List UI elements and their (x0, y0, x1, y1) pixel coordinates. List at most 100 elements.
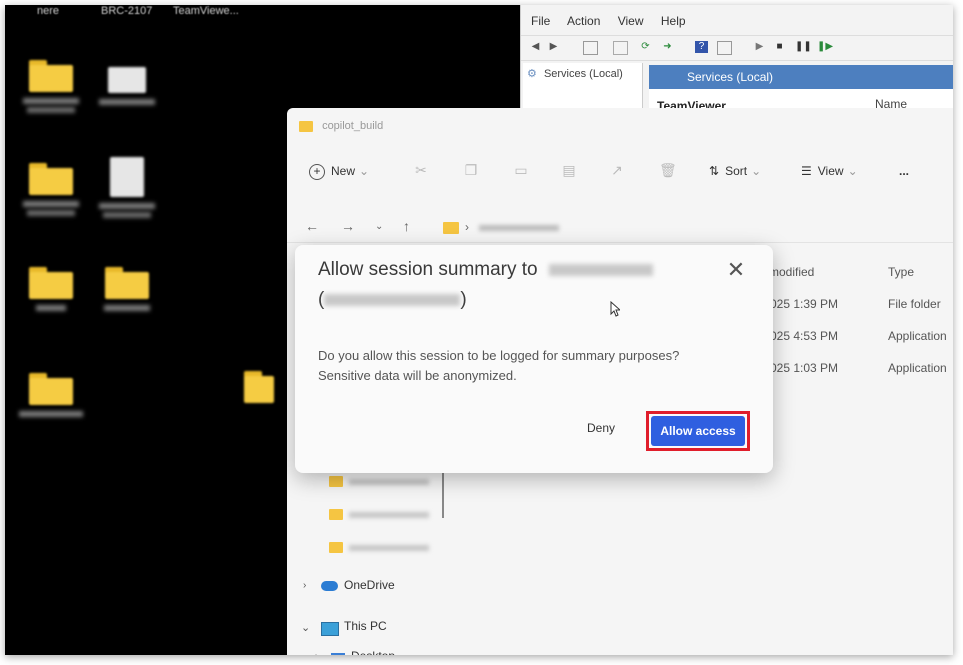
desktop-folder-icon[interactable] (11, 60, 91, 113)
sidebar-item-redacted[interactable] (349, 479, 429, 485)
services-toolbar: ◀ ▶ ⟳ ➜ ? ▶ ■ ❚❚ ❚▶ (521, 35, 953, 61)
column-header-type[interactable]: Type (888, 265, 914, 279)
explorer-command-bar: + New ⌄ ✂ ❐ ▭ ▤ ↗ 🗑 ⇅ Sort ⌄ ☰ View ⌄ ... (287, 152, 953, 192)
tree-item-services-local[interactable]: Services (Local) (544, 68, 623, 80)
collapse-chevron-icon[interactable]: ⌄ (301, 621, 310, 634)
close-icon[interactable]: ✕ (725, 259, 747, 281)
new-label: New (331, 164, 356, 178)
pause-icon[interactable]: ❚❚ (795, 41, 812, 53)
sort-icon: ⇅ (709, 164, 720, 178)
desktop-folder-icon[interactable] (11, 267, 91, 311)
menu-action[interactable]: Action (567, 14, 600, 28)
row-type: Application (888, 361, 947, 375)
desktop-folder-icon[interactable] (11, 373, 91, 417)
view-icon[interactable] (717, 41, 732, 55)
folder-icon (443, 222, 459, 234)
share-icon[interactable]: ↗ (609, 162, 625, 180)
view-label: View (817, 164, 844, 178)
folder-icon (329, 542, 343, 553)
export-icon[interactable]: ➜ (661, 41, 674, 53)
column-header-modified[interactable]: modified (769, 265, 814, 279)
folder-icon (329, 509, 343, 520)
refresh-icon[interactable]: ⟳ (639, 41, 652, 53)
services-banner: Services (Local) (649, 65, 953, 89)
sort-button[interactable]: ⇅ Sort ⌄ (709, 164, 761, 178)
screenshot-frame: nere BRC-2107 TeamViewe... File Action V… (5, 5, 953, 655)
view-button[interactable]: ☰ View ⌄ (801, 164, 858, 178)
address-bar[interactable]: › (437, 216, 953, 240)
expand-chevron-icon[interactable]: › (315, 651, 318, 655)
cut-icon[interactable]: ✂ (413, 162, 429, 180)
sidebar-item-redacted[interactable] (349, 512, 429, 518)
computer-icon (321, 622, 339, 636)
allow-access-highlight: Allow access (646, 411, 750, 451)
delete-icon[interactable]: 🗑 (659, 162, 677, 180)
back-icon[interactable]: ◀ (529, 41, 542, 53)
deny-button[interactable]: Deny (587, 421, 615, 435)
explorer-title: copilot_build (299, 120, 383, 132)
explorer-nav-bar: ← → ⌄ ↑ › (287, 212, 953, 243)
rename-icon[interactable]: ▤ (561, 162, 577, 180)
dialog-title: Allow session summary to (318, 259, 653, 281)
services-window: File Action View Help ◀ ▶ ⟳ ➜ ? ▶ ■ ❚❚ ❚… (520, 5, 953, 115)
services-banner-title: Services (Local) (687, 70, 774, 84)
expand-chevron-icon[interactable]: › (303, 580, 306, 591)
forward-icon[interactable]: ▶ (547, 41, 560, 53)
view-list-icon: ☰ (801, 164, 812, 178)
onedrive-cloud-icon (321, 581, 338, 591)
menu-view[interactable]: View (618, 14, 644, 28)
desktop-folder-icon (331, 653, 345, 655)
folder-icon (299, 120, 313, 132)
recent-chevron-icon[interactable]: ⌄ (375, 221, 383, 232)
dialog-message-line2: Sensitive data will be anonymized. (318, 368, 517, 383)
properties-icon[interactable] (613, 41, 628, 55)
desktop-file-icon[interactable] (87, 157, 167, 218)
more-options-button[interactable]: ... (899, 164, 909, 178)
back-arrow-icon[interactable]: ← (305, 218, 319, 234)
chevron-right-icon: › (465, 220, 469, 234)
menu-file[interactable]: File (531, 14, 550, 28)
services-menubar: File Action View Help (531, 14, 700, 28)
redacted-recipient-id (324, 293, 461, 306)
desktop-label: nere (37, 5, 60, 17)
redacted-recipient-name (548, 263, 653, 276)
stop-icon[interactable]: ■ (773, 41, 786, 53)
dialog-message-line1: Do you allow this session to be logged f… (318, 348, 680, 363)
sidebar-item-desktop[interactable]: Desktop (351, 649, 395, 655)
forward-arrow-icon[interactable]: → (341, 218, 355, 234)
explorer-title-text: copilot_build (322, 120, 384, 132)
paste-icon[interactable]: ▭ (513, 162, 529, 180)
desktop-folder-icon[interactable] (239, 371, 279, 403)
new-button[interactable]: + New ⌄ (309, 164, 369, 180)
copy-icon[interactable]: ❐ (463, 162, 479, 180)
row-date-modified: 025 4:53 PM (770, 329, 839, 343)
desktop-folder-icon[interactable] (11, 163, 91, 216)
play-icon[interactable]: ▶ (753, 41, 766, 53)
console-tree-icon[interactable] (583, 41, 598, 55)
dialog-title-line2: () (318, 289, 467, 310)
plus-icon: + (309, 164, 325, 180)
row-type: Application (888, 329, 947, 343)
sort-label: Sort (725, 164, 748, 178)
up-arrow-icon[interactable]: ↑ (403, 218, 410, 234)
folder-icon (329, 476, 343, 487)
dialog-message: Do you allow this session to be logged f… (318, 346, 758, 386)
dialog-title-text: Allow session summary to (318, 259, 538, 280)
gear-icon: ⚙ (527, 68, 537, 80)
allow-access-button[interactable]: Allow access (651, 416, 745, 446)
sidebar-item-onedrive[interactable]: OneDrive (344, 578, 395, 592)
menu-help[interactable]: Help (661, 14, 686, 28)
sidebar-item-redacted[interactable] (349, 545, 429, 551)
row-date-modified: 025 1:03 PM (770, 361, 839, 375)
desktop-label: BRC-2107 (101, 5, 153, 17)
desktop-folder-icon[interactable] (87, 267, 167, 311)
permission-dialog: Allow session summary to () ✕ Do you all… (295, 245, 773, 473)
row-type: File folder (888, 297, 941, 311)
help-icon[interactable]: ? (695, 41, 708, 53)
row-date-modified: 025 1:39 PM (770, 297, 839, 311)
sidebar-item-this-pc[interactable]: This PC (344, 619, 387, 633)
mouse-cursor-icon (610, 301, 620, 317)
desktop-file-icon[interactable] (87, 67, 167, 105)
restart-icon[interactable]: ❚▶ (817, 41, 833, 53)
desktop-label: TeamViewe... (173, 5, 239, 17)
